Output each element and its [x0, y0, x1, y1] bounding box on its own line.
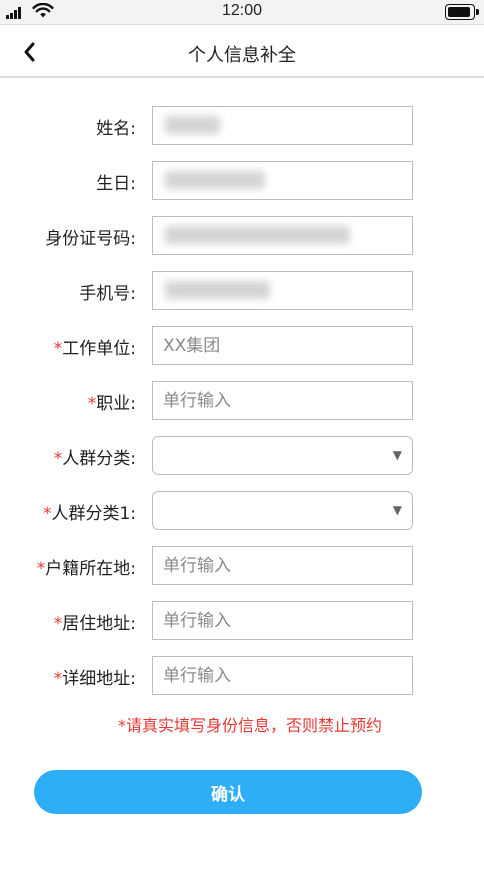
occupation-label: *职业:	[87, 394, 136, 414]
required-marker: *	[53, 449, 63, 469]
nav-bar: 个人信息补全	[0, 25, 484, 78]
detailed-address-label: *详细地址:	[53, 669, 136, 689]
occupation-input[interactable]	[152, 381, 413, 420]
name-label: 姓名:	[96, 119, 136, 139]
form-row-occupation: *职业:	[0, 381, 484, 421]
dropdown-arrow-icon: ▼	[392, 448, 402, 462]
group-category-select[interactable]: ▼	[152, 436, 413, 475]
work-unit-label: *工作单位:	[53, 339, 136, 359]
form-row-residential-address: *居住地址:	[0, 601, 484, 641]
redacted-value	[165, 116, 220, 134]
group-category-1-select[interactable]: ▼	[152, 491, 413, 530]
required-marker: *	[53, 614, 63, 634]
household-location-input[interactable]	[152, 546, 413, 585]
identity-warning-notice: *请真实填写身份信息，否则禁止预约	[117, 716, 382, 735]
status-time: 12:00	[221, 2, 263, 19]
form-row-group-category-1: *人群分类1: ▼	[0, 491, 484, 531]
required-marker: *	[53, 669, 63, 689]
redacted-value	[165, 281, 270, 299]
form-row-name: 姓名:	[0, 106, 484, 146]
form-row-detailed-address: *详细地址:	[0, 656, 484, 696]
status-bar: 12:00	[0, 0, 484, 25]
group-category-1-label: *人群分类1:	[42, 504, 136, 524]
id-number-label: 身份证号码:	[45, 229, 136, 249]
household-location-label: *户籍所在地:	[36, 559, 136, 579]
battery-icon	[445, 4, 479, 20]
redacted-value	[165, 226, 350, 244]
group-category-label: *人群分类:	[53, 449, 136, 469]
redacted-value	[165, 171, 265, 189]
residential-address-input[interactable]	[152, 601, 413, 640]
residential-address-label: *居住地址:	[53, 614, 136, 634]
form-row-phone: 手机号:	[0, 271, 484, 311]
required-marker: *	[87, 394, 97, 414]
work-unit-input[interactable]	[152, 326, 413, 365]
phone-label: 手机号:	[79, 284, 136, 304]
form-row-birthday: 生日:	[0, 161, 484, 201]
confirm-button[interactable]: 确认	[34, 770, 422, 814]
required-marker: *	[36, 559, 46, 579]
form-row-household-location: *户籍所在地:	[0, 546, 484, 586]
form-row-group-category: *人群分类: ▼	[0, 436, 484, 476]
dropdown-arrow-icon: ▼	[392, 503, 402, 517]
page-title: 个人信息补全	[188, 45, 296, 66]
form-row-work-unit: *工作单位:	[0, 326, 484, 366]
detailed-address-input[interactable]	[152, 656, 413, 695]
battery-level	[448, 7, 470, 17]
form-row-id-number: 身份证号码:	[0, 216, 484, 256]
required-marker: *	[53, 339, 63, 359]
birthday-label: 生日:	[96, 174, 136, 194]
